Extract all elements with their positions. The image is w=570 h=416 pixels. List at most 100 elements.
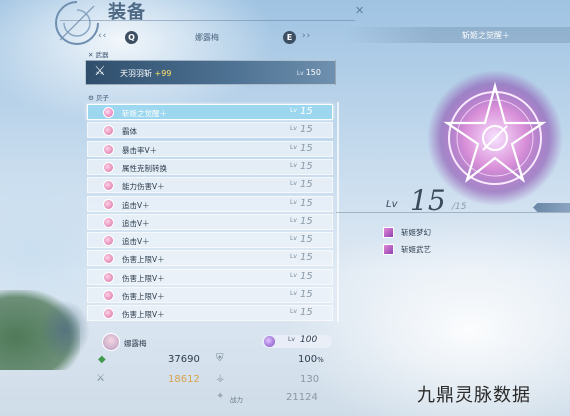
core-item-lv-label: Lv: [290, 271, 297, 279]
core-item-level: 15: [300, 270, 313, 282]
core-item-name: 伤害上限Ⅴ＋: [122, 310, 165, 320]
character-avatar: [102, 333, 120, 351]
flower-core-icon: [103, 143, 114, 155]
detail-level-tab[interactable]: [533, 203, 570, 212]
flower-core-icon: [103, 107, 114, 118]
power-icon: ✦: [216, 391, 225, 402]
core-list-item[interactable]: 追击Ⅴ＋ Lv 15: [87, 195, 333, 212]
core-item-level: 15: [300, 160, 313, 172]
close-icon[interactable]: ✕: [355, 4, 364, 17]
core-list-item[interactable]: 属性克制转换 Lv 15: [87, 158, 333, 175]
prev-key-badge[interactable]: Q: [125, 31, 138, 44]
prev-arrow-icon[interactable]: ‹‹: [98, 31, 107, 41]
next-key-badge[interactable]: E: [283, 31, 296, 44]
shield-icon: ⛨: [216, 353, 224, 364]
core-item-name: 斩姬之觉醒＋: [122, 109, 167, 118]
core-list-item[interactable]: 追击Ⅴ＋ Lv 15: [87, 232, 333, 249]
core-list-item[interactable]: 伤害上限Ⅴ＋ Lv 15: [87, 305, 333, 322]
core-item-level: 15: [300, 124, 313, 136]
awakening-emblem-icon: [427, 70, 563, 206]
core-list-item[interactable]: 能力伤害Ⅴ＋ Lv 15: [87, 177, 333, 194]
core-list-item[interactable]: 伤害上限Ⅴ＋ Lv 15: [87, 287, 333, 303]
flower-core-icon: [103, 180, 114, 192]
skill-icon: [383, 244, 394, 255]
core-item-level: 15: [300, 215, 313, 227]
core-item-level: 15: [300, 106, 313, 117]
flower-core-icon: [103, 271, 114, 283]
flower-core-icon: [103, 216, 114, 228]
core-item-name: 伤害上限Ⅴ＋: [122, 273, 165, 283]
core-item-lv-label: Lv: [290, 216, 297, 224]
core-item-name: 暴击率Ⅴ＋: [122, 145, 158, 155]
skill-icon: [383, 227, 394, 238]
core-item-name: 追击Ⅴ＋: [122, 200, 150, 210]
flower-core-icon: [103, 290, 114, 301]
watermark-text: 九鼎灵脉数据: [417, 385, 531, 406]
weapon-slot[interactable]: ⚔ 天羽羽斩 +99 Lv 150: [85, 60, 336, 85]
flower-core-icon: [103, 198, 114, 210]
flower-core-icon: [103, 235, 114, 247]
core-item-lv-label: Lv: [290, 253, 297, 261]
core-item-lv-label: Lv: [290, 308, 297, 316]
header-divider: [60, 20, 355, 21]
core-item-level: 15: [300, 197, 313, 209]
core-item-name: 能力伤害Ⅴ＋: [122, 182, 165, 192]
gem-icon: [264, 336, 275, 347]
weapon-section-label: ✕ 武器: [88, 51, 109, 59]
detail-level-label: Lv: [386, 199, 398, 210]
flower-core-icon: [103, 125, 114, 137]
core-item-name: 追击Ⅴ＋: [122, 218, 150, 228]
core-item-lv-label: Lv: [290, 290, 297, 297]
core-item-name: 伤害上限Ⅴ＋: [122, 292, 165, 301]
character-tab-name: 娜露梅: [195, 33, 219, 42]
detail-level-max: /15: [452, 202, 467, 212]
core-list-item[interactable]: 暴击率Ⅴ＋ Lv 15: [87, 140, 333, 157]
core-section-label: ⚙ 贝子: [88, 94, 109, 102]
character-name: 娜露梅: [124, 339, 147, 348]
gear-icon: ⚙: [88, 94, 94, 102]
sword-icon: ⚔: [94, 64, 106, 79]
flower-core-icon: [103, 253, 114, 265]
hp-percent: 100%: [298, 354, 324, 365]
detail-title-bar: [345, 27, 570, 43]
core-item-level: 15: [300, 179, 313, 191]
core-item-lv-label: Lv: [290, 180, 297, 188]
attack-value: 18612: [168, 374, 200, 385]
core-item-lv-label: Lv: [290, 143, 297, 151]
power-value: 21124: [286, 392, 318, 403]
character-level-badge: Lv 100: [262, 335, 332, 348]
core-list-item[interactable]: 霸体 Lv 15: [87, 122, 333, 139]
detail-title: 斩姬之觉醒＋: [462, 31, 510, 40]
core-item-name: 伤害上限Ⅴ＋: [122, 255, 165, 265]
core-list-item[interactable]: 伤害上限Ⅴ＋ Lv 15: [87, 268, 333, 285]
core-item-level: 15: [300, 234, 313, 246]
detail-level-value: 15: [410, 184, 446, 217]
power-label: 战力: [230, 396, 243, 404]
flower-core-icon: [103, 161, 114, 173]
core-item-level: 15: [300, 142, 313, 154]
boot-icon: ⚶: [216, 373, 225, 384]
menu-emblem-icon: [55, 1, 99, 45]
sword-stat-icon: ⚔: [96, 373, 105, 384]
core-item-lv-label: Lv: [290, 125, 297, 133]
core-item-level: 15: [300, 289, 313, 300]
core-item-name: 属性克制转换: [122, 163, 167, 173]
core-list-item[interactable]: 追击Ⅴ＋ Lv 15: [87, 213, 333, 230]
core-item-name: 追击Ⅴ＋: [122, 237, 150, 247]
core-item-level: 15: [300, 307, 313, 319]
core-item-level: 15: [300, 252, 313, 264]
crossed-swords-icon: ✕: [88, 51, 94, 59]
core-item-lv-label: Lv: [290, 107, 297, 114]
secondary-stat-value: 130: [300, 374, 320, 385]
weapon-name: 天羽羽斩 +99: [120, 69, 172, 78]
core-list-item[interactable]: 伤害上限Ⅴ＋ Lv 15: [87, 250, 333, 267]
core-list-item[interactable]: 斩姬之觉醒＋ Lv 15: [87, 104, 333, 120]
weapon-level: Lv 150: [296, 68, 321, 77]
next-arrow-icon[interactable]: ››: [302, 31, 311, 41]
core-item-lv-label: Lv: [290, 235, 297, 243]
core-item-lv-label: Lv: [290, 161, 297, 169]
detail-level-divider: [336, 212, 570, 213]
hp-icon: ◆: [98, 354, 106, 365]
core-item-name: 霸体: [122, 127, 137, 137]
core-item-lv-label: Lv: [290, 198, 297, 206]
